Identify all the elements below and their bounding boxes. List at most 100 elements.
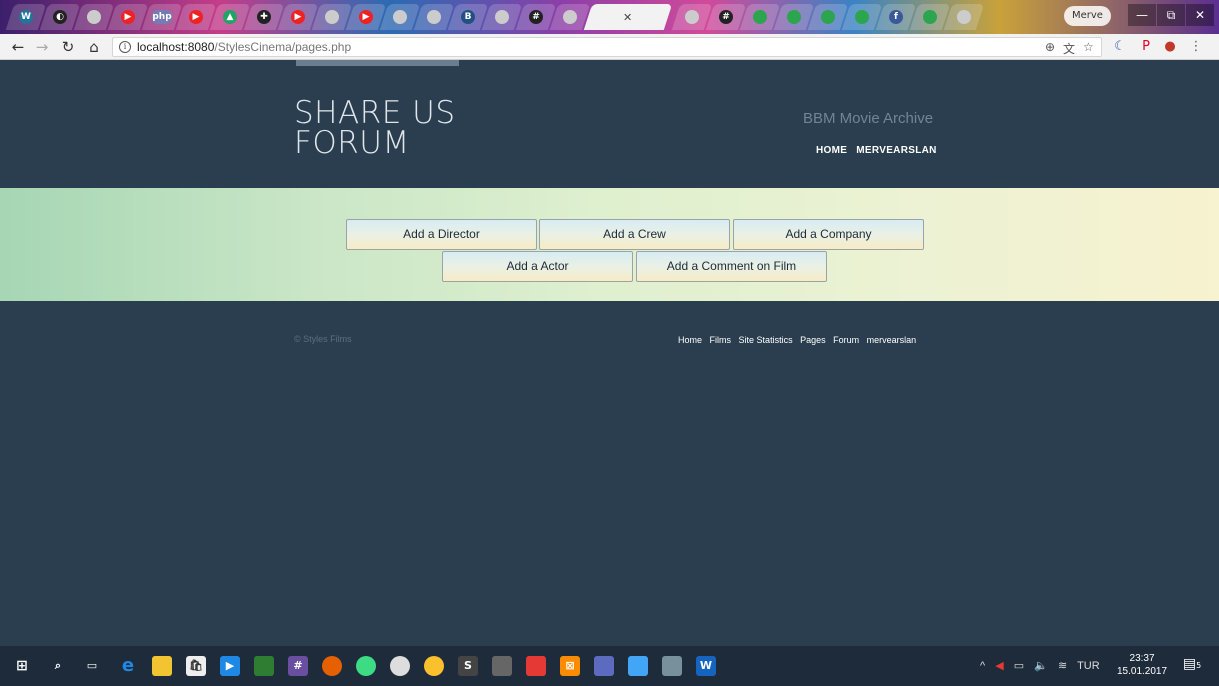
notification-count: 5 bbox=[1196, 661, 1202, 670]
store-icon[interactable]: 🛍 bbox=[186, 656, 206, 676]
youtube-icon: ▶ bbox=[189, 10, 203, 24]
task-view-icon[interactable]: ▭ bbox=[82, 656, 102, 676]
chevron-up-icon[interactable]: ^ bbox=[980, 660, 985, 672]
url-path: /StylesCinema/pages.php bbox=[214, 40, 352, 54]
footer-link-site-statistics[interactable]: Site Statistics bbox=[739, 335, 793, 345]
github-icon: ◐ bbox=[53, 10, 67, 24]
footer-link-films[interactable]: Films bbox=[710, 335, 732, 345]
add-crew-button[interactable]: Add a Crew bbox=[539, 219, 730, 250]
profile-button[interactable]: Merve bbox=[1064, 6, 1111, 26]
windows-start-icon[interactable]: ⊞ bbox=[12, 656, 32, 676]
wordpress-icon: W bbox=[19, 10, 33, 24]
volume-icon[interactable]: 🔈 bbox=[1034, 660, 1048, 672]
nav-link-home[interactable]: HOME bbox=[816, 145, 847, 156]
xampp-icon[interactable]: ⊠ bbox=[560, 656, 580, 676]
footer-link-user[interactable]: mervearslan bbox=[867, 335, 917, 345]
firefox-icon[interactable] bbox=[322, 656, 342, 676]
footer-nav: Home Films Site Statistics Pages Forum m… bbox=[678, 335, 921, 345]
reload-icon[interactable]: ↻ bbox=[58, 37, 78, 57]
translate-icon[interactable]: 文 bbox=[1063, 40, 1075, 57]
close-icon[interactable]: ✕ bbox=[623, 10, 632, 24]
clock-date: 15.01.2017 bbox=[1117, 666, 1168, 677]
shield-icon[interactable]: ● bbox=[1160, 37, 1180, 57]
php-icon: php bbox=[152, 10, 172, 24]
forward-arrow-icon[interactable]: → bbox=[32, 37, 52, 57]
nav-link-user[interactable]: MERVEARSLAN bbox=[856, 145, 936, 156]
notes-icon[interactable] bbox=[492, 656, 512, 676]
site-subtitle: BBM Movie Archive bbox=[803, 110, 934, 127]
add-director-button[interactable]: Add a Director bbox=[346, 219, 537, 250]
virtualbox-icon[interactable] bbox=[628, 656, 648, 676]
sublime-icon[interactable]: S bbox=[458, 656, 478, 676]
clock-time: 23:37 bbox=[1129, 653, 1155, 664]
browser-tab-active[interactable]: ✕ bbox=[583, 4, 673, 30]
eclipse-icon[interactable] bbox=[390, 656, 410, 676]
bookmark-star-icon[interactable]: ☆ bbox=[1083, 40, 1094, 54]
app-icon[interactable] bbox=[594, 656, 614, 676]
main-nav: HOME MERVEARSLAN bbox=[816, 145, 943, 156]
slack-icon: # bbox=[719, 10, 733, 24]
page-icon bbox=[855, 10, 869, 24]
footer-link-pages[interactable]: Pages bbox=[800, 335, 826, 345]
youtube-icon: ▶ bbox=[121, 10, 135, 24]
wifi-icon[interactable]: ≋ bbox=[1058, 660, 1067, 672]
page-icon bbox=[787, 10, 801, 24]
language-indicator[interactable]: TUR bbox=[1077, 660, 1100, 672]
android-studio-icon[interactable] bbox=[356, 656, 376, 676]
app-icon[interactable]: ▶ bbox=[220, 656, 240, 676]
minimize-button[interactable]: — bbox=[1128, 4, 1156, 26]
bitbucket-icon: B bbox=[461, 10, 475, 24]
menu-dots-icon[interactable]: ⋮ bbox=[1186, 37, 1206, 57]
browser-toolbar: ← → ↻ ⌂ i localhost:8080/StylesCinema/pa… bbox=[0, 34, 1219, 60]
footer-link-home[interactable]: Home bbox=[678, 335, 702, 345]
pinterest-icon[interactable]: P bbox=[1136, 37, 1156, 57]
search-icon[interactable]: ⌕ bbox=[48, 656, 68, 676]
info-icon[interactable]: i bbox=[119, 41, 131, 53]
address-bar[interactable]: i localhost:8080/StylesCinema/pages.php … bbox=[112, 37, 1102, 57]
clock[interactable]: 23:37 15.01.2017 bbox=[1117, 652, 1167, 678]
pdf-icon[interactable] bbox=[526, 656, 546, 676]
word-icon[interactable]: W bbox=[696, 656, 716, 676]
page-icon bbox=[957, 10, 971, 24]
page-icon bbox=[753, 10, 767, 24]
add-actor-button[interactable]: Add a Actor bbox=[442, 251, 633, 282]
maximize-button[interactable]: ⧉ bbox=[1157, 4, 1185, 26]
add-comment-button[interactable]: Add a Comment on Film bbox=[636, 251, 827, 282]
url-host: localhost:8080 bbox=[137, 40, 215, 54]
extension-icon[interactable]: ☾ bbox=[1110, 37, 1130, 57]
page-icon bbox=[427, 10, 441, 24]
browser-tab[interactable] bbox=[943, 4, 985, 30]
footer-link-forum[interactable]: Forum bbox=[833, 335, 859, 345]
drive-icon: ▲ bbox=[223, 10, 237, 24]
facebook-icon: f bbox=[889, 10, 903, 24]
action-banner: Add a Director Add a Crew Add a Company … bbox=[0, 188, 1219, 301]
page-icon bbox=[685, 10, 699, 24]
file-explorer-icon[interactable] bbox=[152, 656, 172, 676]
battery-icon[interactable]: ▭ bbox=[1014, 660, 1024, 672]
browser-tab-strip: W ◐ ▶ php ▶ ▲ ✚ ▶ ▶ B # ✕ # f Merve — ⧉ … bbox=[0, 0, 1219, 34]
slack-icon[interactable]: # bbox=[288, 656, 308, 676]
paint-icon[interactable] bbox=[662, 656, 682, 676]
app-icon[interactable] bbox=[254, 656, 274, 676]
page-content: SHARE US FORUM BBM Movie Archive HOME ME… bbox=[0, 60, 1219, 646]
youtube-icon: ▶ bbox=[291, 10, 305, 24]
chrome-icon[interactable] bbox=[424, 656, 444, 676]
app-tray-icon[interactable]: ◀ bbox=[995, 660, 1003, 672]
copyright-text: © Styles Films bbox=[294, 334, 352, 344]
top-accent-bar bbox=[296, 60, 459, 66]
page-icon bbox=[495, 10, 509, 24]
add-company-button[interactable]: Add a Company bbox=[733, 219, 924, 250]
site-title-line1: SHARE US bbox=[294, 95, 456, 131]
zoom-icon[interactable]: ⊕ bbox=[1045, 40, 1055, 54]
taskbar: ⊞ ⌕ ▭ e 🛍 ▶ # S ⊠ W ^ ◀ ▭ 🔈 ≋ TUR 23:37 … bbox=[0, 646, 1219, 686]
site-title: SHARE US FORUM bbox=[294, 95, 534, 159]
back-arrow-icon[interactable]: ← bbox=[8, 37, 28, 57]
edge-icon[interactable]: e bbox=[118, 656, 138, 676]
close-window-button[interactable]: ✕ bbox=[1186, 4, 1214, 26]
home-icon[interactable]: ⌂ bbox=[84, 37, 104, 57]
page-icon bbox=[393, 10, 407, 24]
notification-icon[interactable]: ▤5 bbox=[1182, 656, 1202, 676]
page-icon bbox=[325, 10, 339, 24]
slack-icon: # bbox=[529, 10, 543, 24]
page-icon bbox=[87, 10, 101, 24]
